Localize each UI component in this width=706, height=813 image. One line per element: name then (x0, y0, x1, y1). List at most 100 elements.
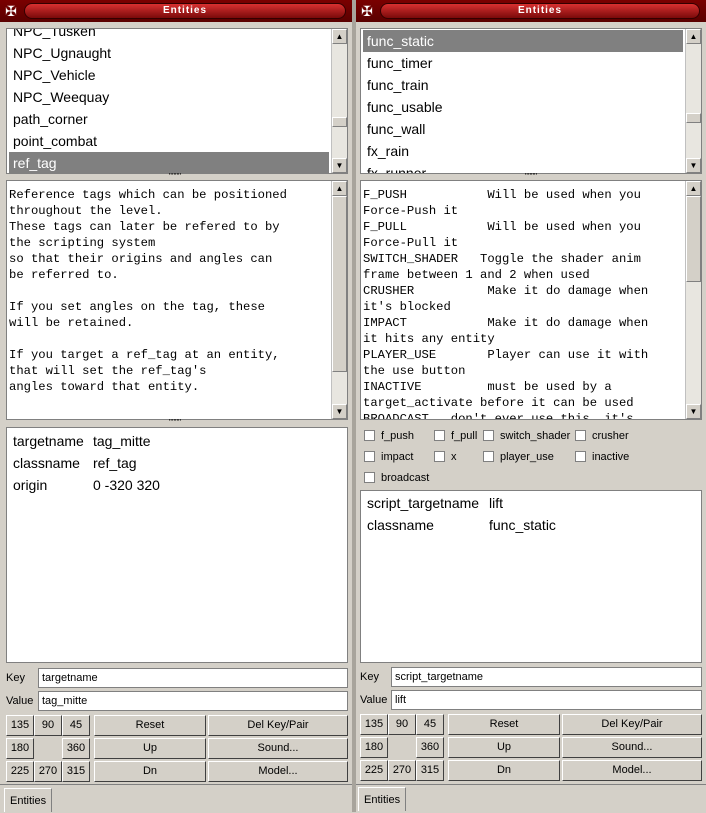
property-value: func_static (489, 517, 556, 533)
entity-class-list[interactable]: func_static func_timer func_train func_u… (360, 28, 702, 174)
checkbox[interactable] (483, 430, 494, 441)
property-row[interactable]: classname func_static (367, 514, 687, 536)
tab-entities[interactable]: Entities (358, 787, 407, 811)
angle-360-button[interactable]: 360 (416, 737, 444, 758)
tab-bar: Entities (0, 784, 352, 813)
scroll-up-arrow-icon[interactable]: ▲ (686, 181, 701, 196)
checkbox[interactable] (575, 430, 586, 441)
property-row[interactable]: origin 0 -320 320 (13, 474, 333, 496)
list-item[interactable]: point_combat (9, 130, 329, 152)
angle-135-button[interactable]: 135 (6, 715, 34, 736)
list-item[interactable]: path_corner (9, 108, 329, 130)
class-list-scrollbar[interactable]: ▲ ▼ (685, 29, 701, 173)
entity-panel-right: ✠ Entities func_static func_timer func_t… (356, 0, 706, 812)
property-key: targetname (13, 433, 84, 449)
angle-180-button[interactable]: 180 (360, 737, 388, 758)
list-item[interactable]: fx_rain (363, 140, 683, 162)
tab-entities[interactable]: Entities (4, 788, 53, 812)
angle-270-button[interactable]: 270 (34, 761, 62, 782)
value-label: Value (360, 694, 388, 706)
checkbox[interactable] (364, 451, 375, 462)
list-item[interactable]: NPC_Weequay (9, 86, 329, 108)
list-item[interactable]: NPC_Ugnaught (9, 42, 329, 64)
up-button[interactable]: Up (94, 738, 206, 759)
scroll-up-arrow-icon[interactable]: ▲ (332, 29, 347, 44)
splitter-grip[interactable]: '''''''' (506, 173, 556, 181)
dn-button[interactable]: Dn (94, 761, 206, 782)
list-item[interactable]: func_wall (363, 118, 683, 140)
checkbox[interactable] (364, 472, 375, 483)
property-list[interactable]: script_targetname lift classname func_st… (360, 490, 702, 663)
angle-360-button[interactable]: 360 (62, 738, 90, 759)
scroll-down-arrow-icon[interactable]: ▼ (686, 158, 701, 173)
dn-button[interactable]: Dn (448, 760, 560, 781)
del-key-pair-button[interactable]: Del Key/Pair (562, 714, 702, 735)
scroll-down-arrow-icon[interactable]: ▼ (686, 404, 701, 419)
angle-center-blank (34, 738, 62, 759)
property-row[interactable]: classname ref_tag (13, 452, 333, 474)
list-item-selected[interactable]: ref_tag (9, 152, 329, 173)
list-item[interactable]: func_train (363, 74, 683, 96)
reset-button[interactable]: Reset (448, 714, 560, 735)
scroll-thumb[interactable] (332, 196, 347, 372)
list-item[interactable]: NPC_Tusken (9, 29, 329, 42)
angle-225-button[interactable]: 225 (6, 761, 34, 782)
entity-class-list[interactable]: NPC_Tusken NPC_Ugnaught NPC_Vehicle NPC_… (6, 28, 348, 174)
property-list[interactable]: targetname tag_mitte classname ref_tag o… (6, 427, 348, 663)
list-item[interactable]: func_usable (363, 96, 683, 118)
entity-panel-left: ✠ Entities NPC_Tusken NPC_Ugnaught NPC_V… (0, 0, 352, 812)
angle-45-button[interactable]: 45 (416, 714, 444, 735)
sound-button[interactable]: Sound... (562, 737, 702, 758)
list-item[interactable]: func_timer (363, 52, 683, 74)
angle-90-button[interactable]: 90 (388, 714, 416, 735)
checkbox[interactable] (575, 451, 586, 462)
list-item-selected[interactable]: func_static (363, 30, 683, 52)
splitter-grip[interactable]: '''''''' (150, 173, 200, 181)
list-item[interactable]: NPC_Vehicle (9, 64, 329, 86)
window-title: Entities (24, 3, 346, 19)
model-button[interactable]: Model... (562, 760, 702, 781)
reset-button[interactable]: Reset (94, 715, 206, 736)
description-scrollbar[interactable]: ▲ ▼ (685, 181, 701, 419)
splitter-grip[interactable]: '''''''' (150, 419, 200, 427)
checkbox[interactable] (434, 451, 445, 462)
description-text: F_PUSH Will be used when you Force-Push … (363, 188, 649, 420)
class-list-scrollbar[interactable]: ▲ ▼ (331, 29, 347, 173)
up-button[interactable]: Up (448, 737, 560, 758)
key-input[interactable]: script_targetname (391, 667, 702, 687)
property-value: tag_mitte (93, 433, 151, 449)
value-input[interactable]: tag_mitte (38, 691, 348, 711)
angle-315-button[interactable]: 315 (62, 761, 90, 782)
scroll-up-arrow-icon[interactable]: ▲ (686, 29, 701, 44)
entity-description: Reference tags which can be positioned t… (6, 180, 348, 420)
model-button[interactable]: Model... (208, 761, 348, 782)
sound-button[interactable]: Sound... (208, 738, 348, 759)
scroll-thumb[interactable] (332, 117, 347, 127)
angle-90-button[interactable]: 90 (34, 715, 62, 736)
scroll-down-arrow-icon[interactable]: ▼ (332, 158, 347, 173)
property-row[interactable]: script_targetname lift (367, 492, 687, 514)
scroll-down-arrow-icon[interactable]: ▼ (332, 404, 347, 419)
angle-135-button[interactable]: 135 (360, 714, 388, 735)
angle-270-button[interactable]: 270 (388, 760, 416, 781)
list-item[interactable]: fx_runner (363, 162, 683, 173)
angle-45-button[interactable]: 45 (62, 715, 90, 736)
value-input[interactable]: lift (391, 690, 702, 710)
checkbox[interactable] (434, 430, 445, 441)
key-input[interactable]: targetname (38, 668, 348, 688)
angle-315-button[interactable]: 315 (416, 760, 444, 781)
checkbox[interactable] (364, 430, 375, 441)
angle-225-button[interactable]: 225 (360, 760, 388, 781)
angle-180-button[interactable]: 180 (6, 738, 34, 759)
scroll-thumb[interactable] (686, 113, 701, 123)
property-row[interactable]: targetname tag_mitte (13, 430, 333, 452)
description-scrollbar[interactable]: ▲ ▼ (331, 181, 347, 419)
scroll-up-arrow-icon[interactable]: ▲ (332, 181, 347, 196)
del-key-pair-button[interactable]: Del Key/Pair (208, 715, 348, 736)
property-key: script_targetname (367, 495, 480, 511)
entity-description: F_PUSH Will be used when you Force-Push … (360, 180, 702, 420)
scroll-thumb[interactable] (686, 196, 701, 282)
description-text: Reference tags which can be positioned t… (9, 188, 287, 394)
checkbox[interactable] (483, 451, 494, 462)
title-bar: ✠ Entities (0, 0, 352, 22)
